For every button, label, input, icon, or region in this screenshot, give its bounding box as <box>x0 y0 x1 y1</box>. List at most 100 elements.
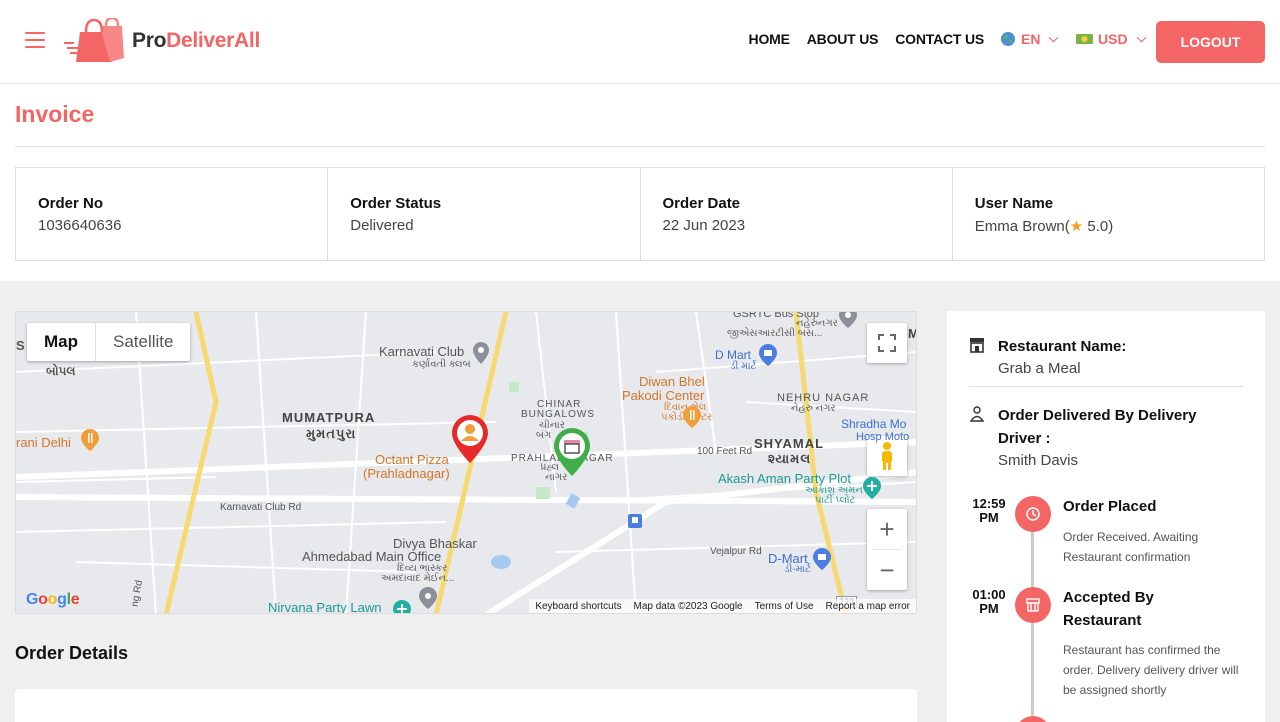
invoice-section: Invoice Order No 1036640636 Order Status… <box>0 84 1280 281</box>
map-label: મુમતપુરા <box>306 426 357 441</box>
timeline-time: 01:00 PM <box>969 588 1009 616</box>
map-pin-icon <box>419 587 437 609</box>
order-no-cell: Order No 1036640636 <box>16 168 329 260</box>
invoice-info-row: Order No 1036640636 Order Status Deliver… <box>15 167 1265 261</box>
map-label: જીએસઆરટીસી બસ... <box>727 328 823 339</box>
driver-name-value: Smith Davis <box>998 452 1079 469</box>
store-icon <box>970 338 984 353</box>
timeline-dot <box>1015 496 1051 532</box>
terms-link[interactable]: Terms of Use <box>755 601 814 612</box>
timeline-item: 01:00 PM Accepted By Restaurant Restaurant… <box>969 587 1243 708</box>
map-label: પાર્ટી પ્લોટ <box>815 495 856 506</box>
shopping-poi-icon <box>813 548 831 570</box>
driver-block: Order Delivered By Delivery Driver : Smit… <box>969 404 1243 469</box>
map-label: Ahmedabad Main Office <box>302 549 442 564</box>
logo-text-deliverall: DeliverAll <box>166 29 260 52</box>
timeline-title: Order Placed <box>1063 498 1157 515</box>
logo-text: ProDeliverAll <box>132 29 260 53</box>
order-info-panel: Restaurant Name: Grab a Meal Order Deliv… <box>947 311 1265 722</box>
order-status-label: Order Status <box>350 195 442 212</box>
map-label: Shradha Mo <box>841 417 907 431</box>
restaurant-poi-icon <box>81 429 99 451</box>
hospital-poi-icon <box>863 477 881 499</box>
user-location-marker-icon <box>452 415 488 463</box>
order-details-title: Order Details <box>15 643 129 663</box>
order-details-card <box>15 689 917 722</box>
map-label: Vejalpur Rd <box>710 546 762 557</box>
map-label: અમદાવાદ મેઈન... <box>381 573 455 584</box>
nav-about-us[interactable]: ABOUT US <box>807 31 879 47</box>
zoom-in-button[interactable]: + <box>867 509 907 549</box>
order-date-label: Order Date <box>662 195 741 212</box>
hospital-poi-icon <box>393 600 411 613</box>
restaurant-name-label: Restaurant Name: <box>998 338 1127 355</box>
logout-button[interactable]: LOGOUT <box>1156 21 1265 63</box>
delivered-by-label: Order Delivered By Delivery Driver : <box>998 404 1243 450</box>
map-label: Diwan Bhel <box>639 374 705 389</box>
map-type-toggle: Map Satellite <box>27 323 191 361</box>
user-name-cell: User Name Emma Brown(★ 5.0) <box>953 168 1264 260</box>
language-selector[interactable]: EN <box>1000 31 1059 47</box>
report-error-link[interactable]: Report a map error <box>826 601 910 612</box>
map-label: Octant Pizza <box>375 452 449 467</box>
order-no-label: Order No <box>38 195 104 212</box>
user-name-suffix: ) <box>1108 218 1114 235</box>
order-status-value: Delivered <box>350 217 414 234</box>
header: ProDeliverAll HOME ABOUT US CONTACT US E… <box>0 0 1280 84</box>
map-label: ડી માર્ટ <box>730 361 757 372</box>
language-value: EN <box>1021 31 1041 47</box>
fullscreen-button[interactable] <box>867 323 907 363</box>
restaurant-icon <box>1026 598 1040 612</box>
restaurant-poi-icon <box>683 406 701 428</box>
nav-contact-us[interactable]: CONTACT US <box>895 31 984 47</box>
map-label: rani Delhi <box>16 435 71 450</box>
currency-selector[interactable]: USD <box>1076 31 1147 47</box>
timeline-item: 12:59 PM Order Placed Order Received. Awa… <box>969 496 1243 577</box>
shopping-bag-logo-icon <box>64 18 124 62</box>
timeline-title-line1: Accepted By <box>1063 589 1154 606</box>
keyboard-shortcuts-link[interactable]: Keyboard shortcuts <box>535 601 621 612</box>
nav-home[interactable]: HOME <box>749 31 790 47</box>
order-status-cell: Order Status Delivered <box>328 168 641 260</box>
timeline-title-line2: Restaurant <box>1063 612 1142 629</box>
map-label: BUNGALOWS <box>521 409 596 420</box>
star-icon: ★ <box>1069 218 1084 235</box>
order-date-cell: Order Date 22 Jun 2023 <box>641 168 953 260</box>
page-title: Invoice <box>15 101 95 127</box>
user-rating: 5.0 <box>1087 218 1109 235</box>
map-tab[interactable]: Map <box>27 323 96 361</box>
map[interactable]: Map Satellite + − S બોપલ MUMATPURA મુમતપ… <box>15 311 917 614</box>
timeline-desc: Restaurant has confirmed the order. Deli… <box>1063 643 1239 697</box>
timeline-time-hour: 01:00 <box>972 587 1006 602</box>
map-label: ડી-માર્ટ <box>784 564 812 575</box>
map-label: Pakodi Center <box>622 388 705 403</box>
hamburger-menu-icon[interactable] <box>25 32 45 48</box>
chevron-down-icon <box>1049 32 1059 42</box>
restaurant-block: Restaurant Name: Grab a Meal <box>969 335 1243 377</box>
map-data-text: Map data ©2023 Google <box>633 600 743 612</box>
zoom-out-button[interactable]: − <box>867 550 907 590</box>
timeline-desc: Order Received. Awaiting Restaurant conf… <box>1063 530 1199 564</box>
divider <box>969 386 1243 387</box>
map-label: Karnavati Club Rd <box>220 502 302 513</box>
timeline-time-period: PM <box>979 510 999 525</box>
transit-icon <box>628 514 642 528</box>
timeline-time-hour: 12:59 <box>972 496 1006 511</box>
map-pin-icon <box>473 342 489 364</box>
map-label: D Mart <box>715 348 751 362</box>
map-label: (Prahladnagar) <box>363 466 450 481</box>
delivery-driver-icon <box>969 406 985 422</box>
order-date-value: 22 Jun 2023 <box>662 217 746 234</box>
map-label: બંગ <box>536 430 552 441</box>
logo-text-pro: Pro <box>132 29 167 52</box>
user-name-label: User Name <box>974 195 1054 212</box>
zoom-control: + − <box>867 509 907 590</box>
satellite-tab[interactable]: Satellite <box>96 323 190 361</box>
delivered-by-label-line2: Driver : <box>998 430 1051 447</box>
clock-icon <box>1026 507 1040 521</box>
logo[interactable]: ProDeliverAll <box>64 18 260 64</box>
user-name-value: Emma Brown(★ 5.0) <box>975 217 1264 235</box>
map-label: Akash Aman Party Plot <box>718 471 851 486</box>
restaurant-name-value: Grab a Meal <box>998 360 1081 377</box>
map-label: MUMATPURA <box>282 410 376 425</box>
